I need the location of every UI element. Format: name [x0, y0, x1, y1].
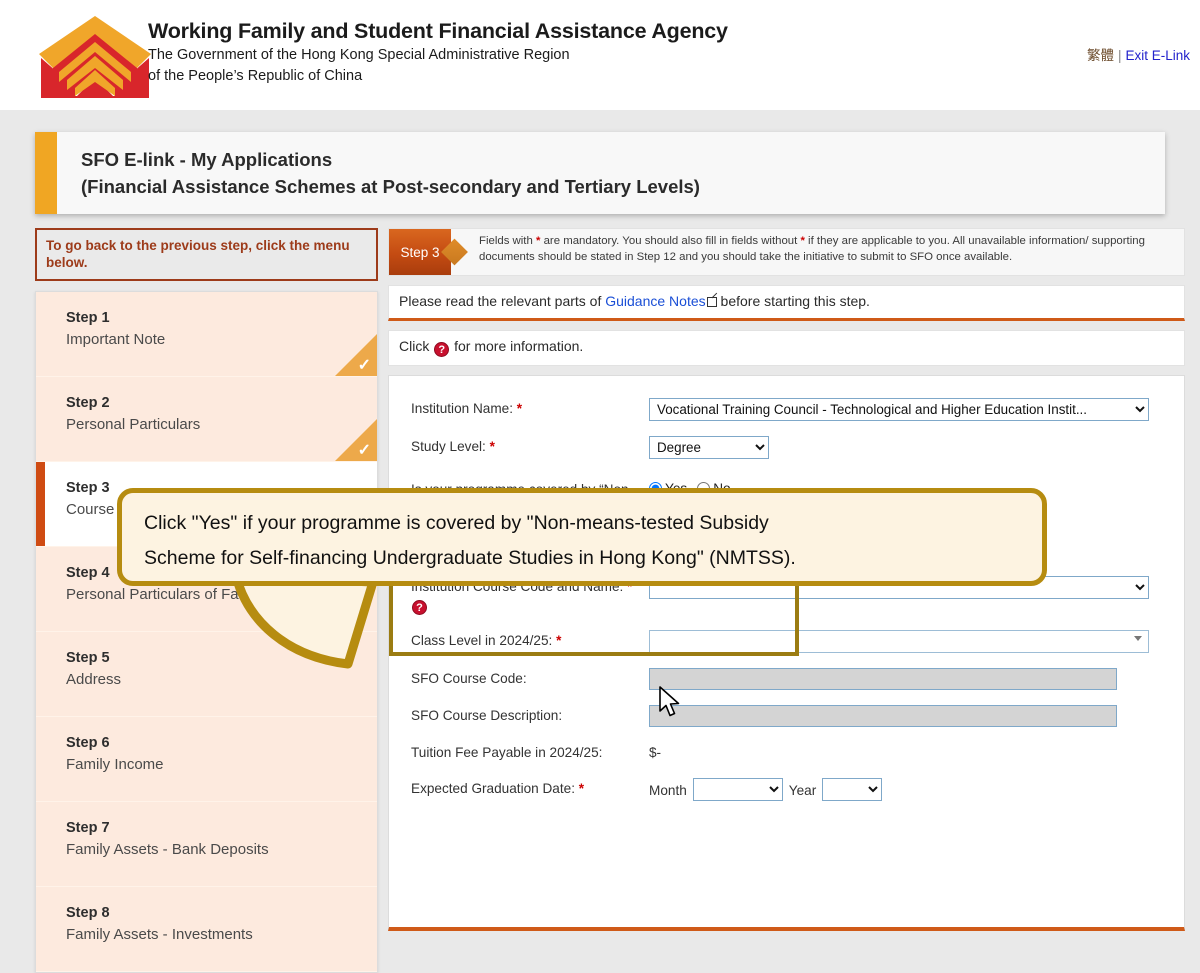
external-link-icon	[706, 297, 717, 307]
banner-accent-bar	[35, 132, 57, 214]
step-label: Important Note	[66, 331, 166, 348]
institution-name-control: Vocational Training Council - Technologi…	[649, 397, 1172, 421]
graduation-year-select[interactable]	[822, 777, 883, 801]
field-row-graduation-date: Expected Graduation Date: * Month Year	[389, 770, 1184, 808]
study-level-label: Study Level: *	[411, 435, 649, 457]
graduation-month-label: Month	[649, 783, 687, 798]
step-label: Personal Particulars	[66, 416, 201, 433]
study-level-select[interactable]: Degree	[649, 436, 769, 459]
click-pre-text: Click	[399, 338, 434, 354]
brand-title: Working Family and Student Financial Ass…	[148, 19, 728, 43]
callout-line-1: Click "Yes" if your programme is covered…	[144, 512, 769, 534]
brand-subtitle-line1: The Government of the Hong Kong Special …	[148, 47, 570, 63]
current-step-badge: Step 3	[389, 229, 468, 275]
application-title-banner: SFO E-link - My Applications (Financial …	[35, 132, 1165, 214]
course-information-form: Institution Name: * Vocational Training …	[388, 375, 1185, 931]
field-row-sfo-course-code: SFO Course Code:	[389, 660, 1184, 697]
brand-text: Working Family and Student Financial Ass…	[148, 18, 728, 86]
tuition-fee-control: $-	[649, 741, 1172, 760]
mouse-cursor-icon	[659, 686, 680, 717]
class-level-control	[649, 629, 1172, 653]
step-label: Family Assets - Bank Deposits	[66, 841, 269, 858]
step-label: Family Assets - Investments	[66, 926, 253, 943]
click-post-text: for more information.	[450, 338, 584, 354]
graduation-date-label: Expected Graduation Date: *	[411, 777, 649, 799]
step-number: Step 7	[66, 820, 110, 836]
graduation-month-select[interactable]	[692, 777, 783, 801]
header-links: 繁體 | Exit E-Link	[1087, 44, 1190, 64]
banner-text: SFO E-link - My Applications (Financial …	[57, 132, 700, 214]
required-star: *	[489, 439, 495, 454]
banner-line-1: SFO E-link - My Applications	[81, 149, 333, 170]
step-number: Step 8	[66, 905, 110, 921]
class-level-select[interactable]	[649, 630, 1149, 653]
sfo-course-code-readonly-field	[649, 668, 1117, 690]
mandatory-fields-notice: Fields with * are mandatory. You should …	[451, 229, 1184, 275]
current-step-badge-label: Step 3	[400, 244, 440, 260]
class-level-label: Class Level in 2024/25: *	[411, 629, 649, 651]
header-link-separator: |	[1117, 48, 1122, 63]
graduation-date-control: Month Year	[649, 777, 1172, 801]
field-row-institution-name: Institution Name: * Vocational Training …	[389, 390, 1184, 428]
exit-elink-link[interactable]: Exit E-Link	[1125, 48, 1190, 63]
agency-diamond-logo-icon	[35, 12, 155, 100]
guidance-notes-bar: Please read the relevant parts of Guidan…	[388, 285, 1185, 321]
guidance-post-text: before starting this step.	[716, 293, 870, 309]
sfo-course-description-label: SFO Course Description:	[411, 708, 563, 723]
step-number: Step 6	[66, 735, 110, 751]
callout-line-2: Scheme for Self-financing Undergraduate …	[144, 547, 796, 569]
label-text: Expected Graduation Date:	[411, 780, 575, 796]
guidance-notes-link[interactable]: Guidance Notes	[605, 293, 705, 309]
step-label: Family Income	[66, 756, 164, 773]
notice-mid: are mandatory. You should also fill in f…	[540, 235, 801, 247]
sidebar-item-step-8[interactable]: Step 8 Family Assets - Investments	[36, 887, 377, 972]
field-row-class-level: Class Level in 2024/25: *	[389, 622, 1184, 660]
graduation-year-label: Year	[788, 783, 817, 798]
help-question-icon[interactable]: ?	[434, 342, 450, 357]
sidebar-item-step-6[interactable]: Step 6 Family Income	[36, 717, 377, 802]
guidance-pre-text: Please read the relevant parts of	[399, 293, 606, 309]
callout-tail-icon	[231, 572, 378, 669]
sfo-course-description-readonly-field	[649, 705, 1117, 727]
required-star: *	[516, 401, 523, 416]
instruction-callout: Click "Yes" if your programme is covered…	[117, 488, 1047, 586]
page-body: SFO E-link - My Applications (Financial …	[0, 110, 1200, 973]
step-number: Step 2	[66, 395, 110, 411]
institution-name-label: Institution Name: *	[411, 397, 649, 419]
step-completed-check-icon: ✓	[357, 442, 371, 459]
institution-name-select[interactable]: Vocational Training Council - Technologi…	[649, 398, 1149, 421]
sfo-course-description-control	[649, 704, 1172, 727]
required-star: *	[556, 633, 562, 648]
field-row-sfo-course-description: SFO Course Description:	[389, 697, 1184, 734]
field-row-tuition-fee: Tuition Fee Payable in 2024/25: $-	[389, 734, 1184, 770]
sidebar-item-step-2[interactable]: Step 2 Personal Particulars ✓	[36, 377, 377, 462]
sidebar-item-step-7[interactable]: Step 7 Family Assets - Bank Deposits	[36, 802, 377, 887]
label-text: Institution Name:	[411, 401, 513, 416]
tuition-fee-value: $-	[649, 745, 662, 760]
chevron-down-icon	[1134, 636, 1142, 641]
tuition-fee-label: Tuition Fee Payable in 2024/25:	[411, 745, 603, 760]
required-star: *	[578, 780, 585, 796]
step-completed-check-icon: ✓	[357, 357, 371, 374]
brand-subtitle-line2: of the People’s Republic of China	[148, 68, 363, 84]
sfo-course-code-control	[649, 667, 1172, 690]
step-number: Step 1	[66, 310, 110, 326]
field-row-study-level: Study Level: * Degree	[389, 428, 1184, 466]
banner-line-2: (Financial Assistance Schemes at Post-se…	[81, 176, 700, 197]
label-text: Class Level in 2024/25:	[411, 633, 553, 648]
site-header: Working Family and Student Financial Ass…	[0, 0, 1200, 110]
more-information-bar: Click ? for more information.	[388, 330, 1185, 366]
sfo-course-code-label: SFO Course Code:	[411, 671, 527, 686]
step-notice-bar: Step 3 Fields with * are mandatory. You …	[388, 228, 1185, 276]
language-toggle-link[interactable]: 繁體	[1087, 48, 1114, 63]
help-question-icon[interactable]: ?	[412, 600, 427, 615]
study-level-control: Degree	[649, 435, 1172, 459]
sidebar-item-step-1[interactable]: Step 1 Important Note ✓	[36, 292, 377, 377]
label-text: Study Level:	[411, 439, 486, 454]
notice-pre: Fields with	[479, 235, 536, 247]
go-back-notice: To go back to the previous step, click t…	[35, 228, 378, 281]
